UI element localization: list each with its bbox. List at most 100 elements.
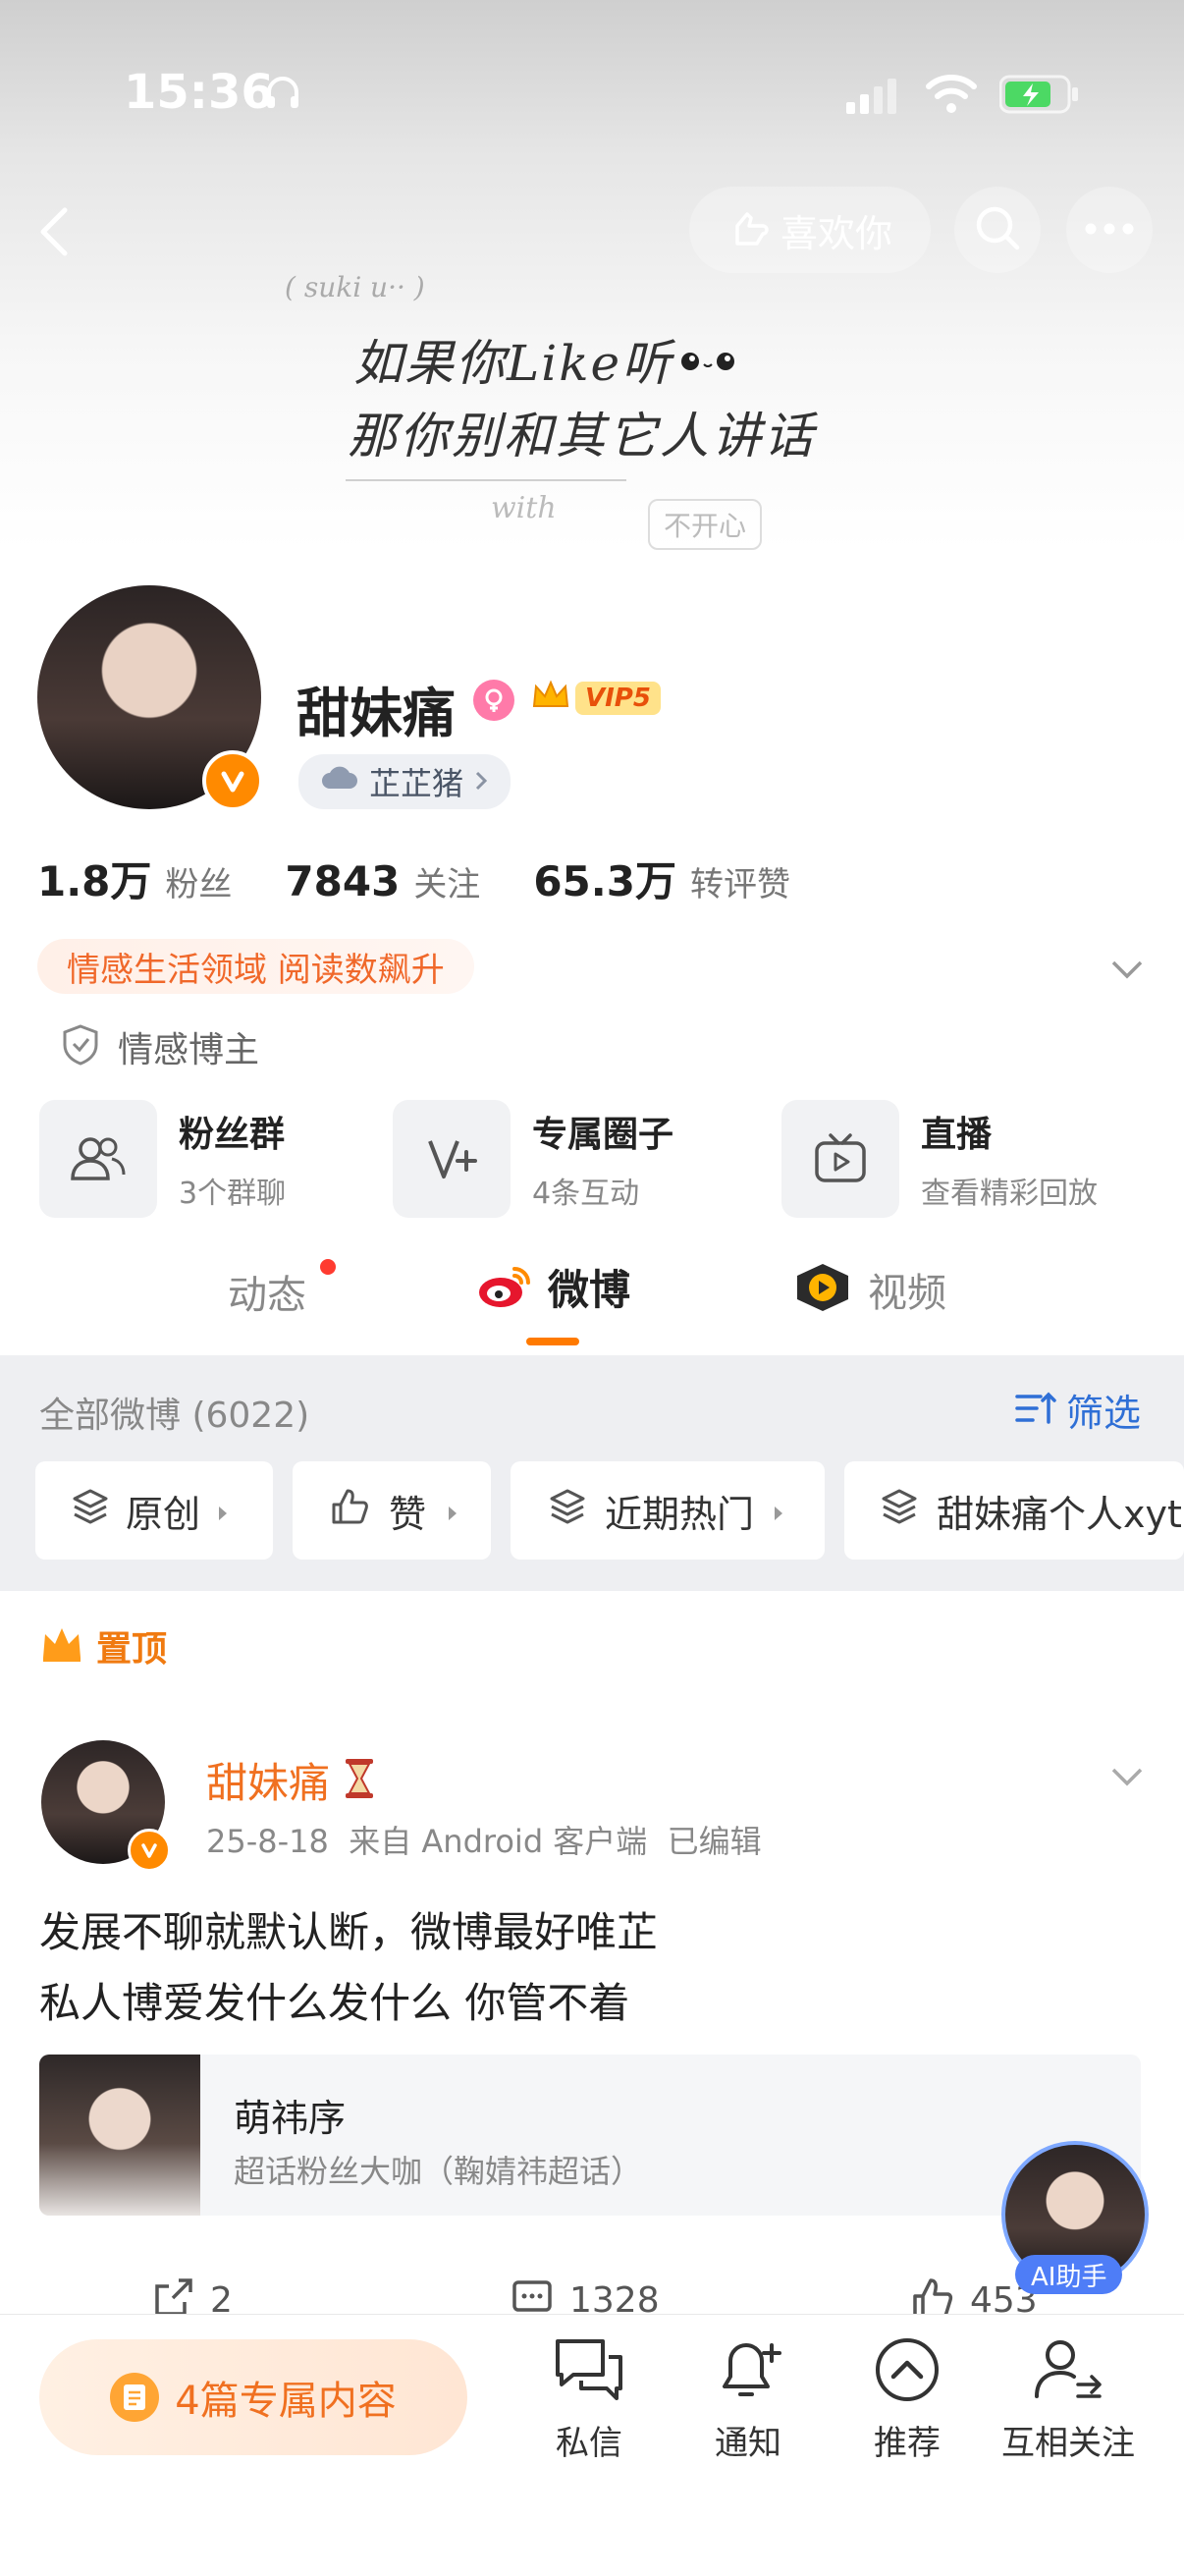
tab-video-label: 视频 — [868, 1271, 946, 1316]
nav-recommend-label: 推荐 — [874, 2424, 941, 2463]
chip-recent-hot[interactable]: 近期热门 — [511, 1461, 825, 1560]
mutual-follow-icon — [1031, 2335, 1105, 2408]
stats-row: 1.8万 粉丝 7843 关注 65.3万 转评赞 — [37, 849, 790, 908]
more-button[interactable] — [1066, 187, 1153, 273]
layers-icon — [71, 1487, 110, 1535]
vip-badge[interactable]: VIP5 — [530, 678, 661, 719]
chip-original-label: 原创 — [126, 1492, 201, 1536]
caret-right-icon — [446, 1489, 459, 1532]
red-dot-badge — [320, 1259, 336, 1275]
cover-small-text-2: with — [491, 491, 557, 525]
filter-label: 筛选 — [1066, 1392, 1142, 1435]
stat-interactions-label: 转评赞 — [689, 865, 790, 904]
group-tag[interactable]: 芷芷猪 — [298, 754, 511, 809]
post-text-line-2: 私人博爱发什么发什么 你管不着 — [39, 1979, 630, 2027]
cover-underline — [346, 479, 626, 481]
tile-exclusive-circle-title: 专属圈子 — [532, 1115, 674, 1155]
like-you-label: 喜欢你 — [780, 211, 892, 255]
tab-active-underline — [526, 1338, 579, 1345]
chip-personal[interactable]: 甜妹痛个人xyt — [844, 1461, 1184, 1560]
tile-fan-group-sub: 3个群聊 — [179, 1177, 287, 1211]
shield-check-icon — [61, 1023, 100, 1070]
weibo-count-label: 全部微博 (6022) — [39, 1396, 310, 1436]
nav-notifications[interactable]: 通知 — [697, 2335, 799, 2464]
chip-recent-hot-label: 近期热门 — [605, 1492, 755, 1536]
document-icon — [110, 2373, 160, 2422]
nav-mutual-follow[interactable]: 互相关注 — [990, 2335, 1147, 2464]
layers-icon — [548, 1487, 587, 1535]
tab-weibo-label: 微博 — [548, 1266, 631, 1314]
cover-small-text-3: 不开心 — [648, 499, 763, 550]
chip-original[interactable]: 原创 — [35, 1461, 273, 1560]
caret-right-icon — [216, 1489, 230, 1532]
post-author-name: 甜妹痛 — [206, 1759, 331, 1807]
tab-video[interactable]: 视频 — [793, 1261, 946, 1318]
exclusive-content-button[interactable]: 4篇专属内容 — [39, 2339, 467, 2455]
tile-fan-group[interactable]: 粉丝群 3个群聊 — [39, 1100, 286, 1218]
tile-exclusive-circle-sub: 4条互动 — [532, 1177, 640, 1211]
headphone-icon — [263, 73, 302, 112]
tab-dynamic-label: 动态 — [228, 1273, 306, 1318]
tile-live-sub: 查看精彩回放 — [921, 1177, 1098, 1211]
tile-live[interactable]: 直播 查看精彩回放 — [781, 1100, 1098, 1218]
cover-small-text-1: ( suki u·· ) — [285, 271, 425, 303]
stat-following-label: 关注 — [413, 865, 481, 904]
stat-fans-label: 粉丝 — [165, 865, 233, 904]
hand-heart-icon — [727, 206, 771, 253]
chevron-up-circle-icon — [870, 2335, 944, 2408]
female-icon — [473, 680, 514, 721]
more-dots-icon — [1084, 221, 1135, 240]
filter-icon — [1013, 1389, 1058, 1432]
category-row: 情感博主 — [61, 1021, 259, 1072]
bell-plus-icon — [711, 2335, 785, 2408]
stat-interactions[interactable]: 65.3万 转评赞 — [533, 849, 790, 908]
filter-button[interactable]: 筛选 — [1013, 1383, 1141, 1437]
category-label: 情感博主 — [118, 1030, 260, 1070]
stat-fans[interactable]: 1.8万 粉丝 — [37, 849, 232, 908]
stat-following-value: 7843 — [285, 857, 401, 905]
expand-chevron-icon[interactable] — [1107, 949, 1147, 988]
stat-interactions-value: 65.3万 — [533, 857, 676, 905]
v-plus-icon — [393, 1100, 511, 1218]
tab-weibo[interactable]: 微博 — [475, 1257, 630, 1317]
tile-fan-group-title: 粉丝群 — [179, 1115, 286, 1155]
video-play-icon — [793, 1262, 852, 1317]
post-menu-chevron-icon[interactable] — [1107, 1756, 1147, 1795]
tab-dynamic[interactable]: 动态 — [228, 1259, 336, 1320]
stat-following[interactable]: 7843 关注 — [285, 857, 480, 905]
chat-bubbles-icon — [552, 2335, 626, 2408]
nav-notifications-label: 通知 — [715, 2424, 781, 2463]
chip-liked[interactable]: 赞 — [293, 1461, 491, 1560]
pinned-label: 置顶 — [96, 1629, 168, 1670]
post-author-row[interactable]: 甜妹痛 — [206, 1750, 379, 1810]
back-button[interactable] — [29, 202, 79, 261]
chip-personal-label: 甜妹痛个人xyt — [937, 1492, 1182, 1536]
nav-recommend[interactable]: 推荐 — [856, 2335, 958, 2464]
like-you-button[interactable]: 喜欢你 — [689, 187, 931, 273]
caret-right-icon — [772, 1489, 785, 1532]
chip-liked-label: 赞 — [389, 1492, 427, 1536]
cover-handwriting-line-2: 那你别和其它人讲话 — [348, 408, 816, 465]
post-text-line-1: 发展不聊就默认断，微博最好唯芷 — [39, 1908, 659, 1956]
embed-card-title: 萌祎序 — [234, 2097, 347, 2140]
thumbs-up-icon — [330, 1487, 369, 1535]
nav-mutual-follow-label: 互相关注 — [1001, 2424, 1135, 2463]
profile-name: 甜妹痛 — [296, 683, 456, 744]
exclusive-content-label: 4篇专属内容 — [175, 2379, 397, 2424]
chevron-right-icon — [473, 763, 489, 800]
tile-exclusive-circle[interactable]: 专属圈子 4条互动 — [393, 1100, 673, 1218]
nav-messages-label: 私信 — [556, 2424, 622, 2463]
embed-card-sub: 超话粉丝大咖（鞠婧祎超话） — [234, 2153, 643, 2190]
pinned-row: 置顶 — [39, 1620, 167, 1672]
post-meta: 25-8-18 来自 Android 客户端 已编辑 — [206, 1823, 762, 1860]
verified-badge-icon — [202, 750, 263, 811]
battery-icon — [998, 75, 1080, 114]
tile-live-title: 直播 — [921, 1115, 993, 1155]
hourglass-icon — [340, 1757, 379, 1804]
pinned-crown-icon — [39, 1624, 84, 1668]
vip-label: VIP5 — [575, 682, 661, 715]
highlight-badge[interactable]: 情感生活领域 阅读数飙升 — [37, 939, 474, 994]
search-button[interactable] — [954, 187, 1041, 273]
nav-messages[interactable]: 私信 — [538, 2335, 640, 2464]
search-icon — [972, 202, 1023, 257]
